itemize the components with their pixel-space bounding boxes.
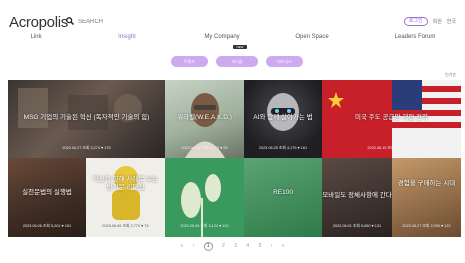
article-card[interactable]: 2023.06.06 조회 3,124 ♥ 102 xyxy=(165,158,244,237)
article-card[interactable]: 워라밸(W.E.A.K.D.) 2023.06.26 조회 2,776 ♥ 53 xyxy=(165,80,244,158)
card-meta: 2023.06.27 조회 3,274 ♥ 176 xyxy=(62,146,111,150)
card-title: 혁신의 향해 사례로 보는 반기문 리더십 xyxy=(92,176,159,191)
next-page-button[interactable]: › xyxy=(271,243,273,249)
card-meta: 2023.06.26 조회 2,776 ♥ 53 xyxy=(181,146,228,150)
site-logo[interactable]: Acropolis xyxy=(9,14,68,31)
article-card[interactable]: RE100 xyxy=(244,158,322,237)
card-meta: 2023.06.06 조회 2,770 ♥ 74 xyxy=(102,224,149,228)
filter-pill-trend[interactable]: 트렌드 xyxy=(171,56,208,67)
filter-pill-leadership[interactable]: 리더십 xyxy=(216,56,258,67)
card-meta: 2023.06.19 조회 4,175 ♥ 161 xyxy=(367,146,416,150)
card-title: MSG 기업의 기술된 혁신 (독자적인 기술의 힘) xyxy=(23,114,150,121)
filter-pill-business[interactable]: 비즈니스 xyxy=(266,56,303,67)
page-button[interactable]: 3 xyxy=(234,243,237,249)
nav-my-company[interactable]: My Company xyxy=(204,34,239,40)
nav-insight[interactable]: Insight xyxy=(118,34,136,40)
article-card[interactable]: 혁신의 향해 사례로 보는 반기문 리더십 2023.06.06 조회 2,77… xyxy=(86,158,165,237)
nav-leaders-forum[interactable]: Leaders Forum xyxy=(395,34,436,40)
login-link[interactable]: 로그인 xyxy=(403,17,428,26)
nav-open-space[interactable]: Open Space xyxy=(295,34,328,40)
nav-link[interactable]: Link xyxy=(30,34,41,40)
card-title: 실천문법의 실행법 xyxy=(22,189,72,196)
new-badge: NEW xyxy=(233,45,247,49)
language-link[interactable]: 한국 xyxy=(447,18,456,25)
search-icon[interactable] xyxy=(66,17,74,25)
article-card[interactable]: 실천문법의 실행법 2023.06.06 조회 5,201 ♥ 151 xyxy=(8,158,86,237)
card-meta: 2023.06.06 조회 5,201 ♥ 151 xyxy=(22,224,72,228)
card-title: AI와 함께 살아가는 법 xyxy=(253,114,313,121)
article-card[interactable]: 미국 주도 공급망 재편 전략 2023.06.19 조회 4,175 ♥ 16… xyxy=(322,80,461,158)
prev-page-button[interactable]: ‹ xyxy=(193,243,195,249)
card-title: RE100 xyxy=(273,189,293,196)
card-title: 미국 주도 공급망 재편 전략 xyxy=(354,114,428,121)
search-input[interactable] xyxy=(78,16,148,27)
card-grid: MSG 기업의 기술된 혁신 (독자적인 기술의 힘) 2023.06.27 조… xyxy=(8,80,461,237)
card-title: 모바일도 정체사항에 간다 xyxy=(322,192,392,199)
page-button[interactable]: 2 xyxy=(222,243,225,249)
card-meta: 2023.06.25 조회 4,175 ♥ 161 xyxy=(258,146,308,150)
article-card[interactable]: AI와 함께 살아가는 법 2023.06.25 조회 4,175 ♥ 161 xyxy=(244,80,322,158)
page-button[interactable]: 5 xyxy=(259,243,262,249)
article-card[interactable]: 모바일도 정체사항에 간다 2023.06.01 조회 5,650 ♥ 131 xyxy=(322,158,392,237)
page-button[interactable]: 4 xyxy=(246,243,249,249)
article-card[interactable]: MSG 기업의 기술된 혁신 (독자적인 기술의 힘) 2023.06.27 조… xyxy=(8,80,165,158)
card-title: 워라밸(W.E.A.K.D.) xyxy=(177,114,232,121)
sort-select[interactable]: 인기순 xyxy=(445,72,456,78)
card-meta: 2023.06.01 조회 5,650 ♥ 131 xyxy=(332,224,382,228)
article-card[interactable]: 경험을 구매하는 시대 2023.05.27 조회 2,930 ♥ 122 xyxy=(392,158,461,237)
card-meta: 2023.05.27 조회 2,930 ♥ 122 xyxy=(402,224,451,228)
card-title: 경험을 구매하는 시대 xyxy=(397,180,456,187)
member-link[interactable]: 회원 xyxy=(433,18,442,25)
pagination: « ‹ 1 2 3 4 5 › » xyxy=(0,242,465,252)
page-button[interactable]: 1 xyxy=(203,242,213,251)
first-page-button[interactable]: « xyxy=(180,243,183,249)
card-meta: 2023.06.06 조회 3,124 ♥ 102 xyxy=(180,224,229,228)
filter-bar: 트렌드 리더십 비즈니스 xyxy=(0,56,465,68)
last-page-button[interactable]: » xyxy=(282,243,285,249)
top-links: 로그인 회원 한국 xyxy=(403,17,456,26)
